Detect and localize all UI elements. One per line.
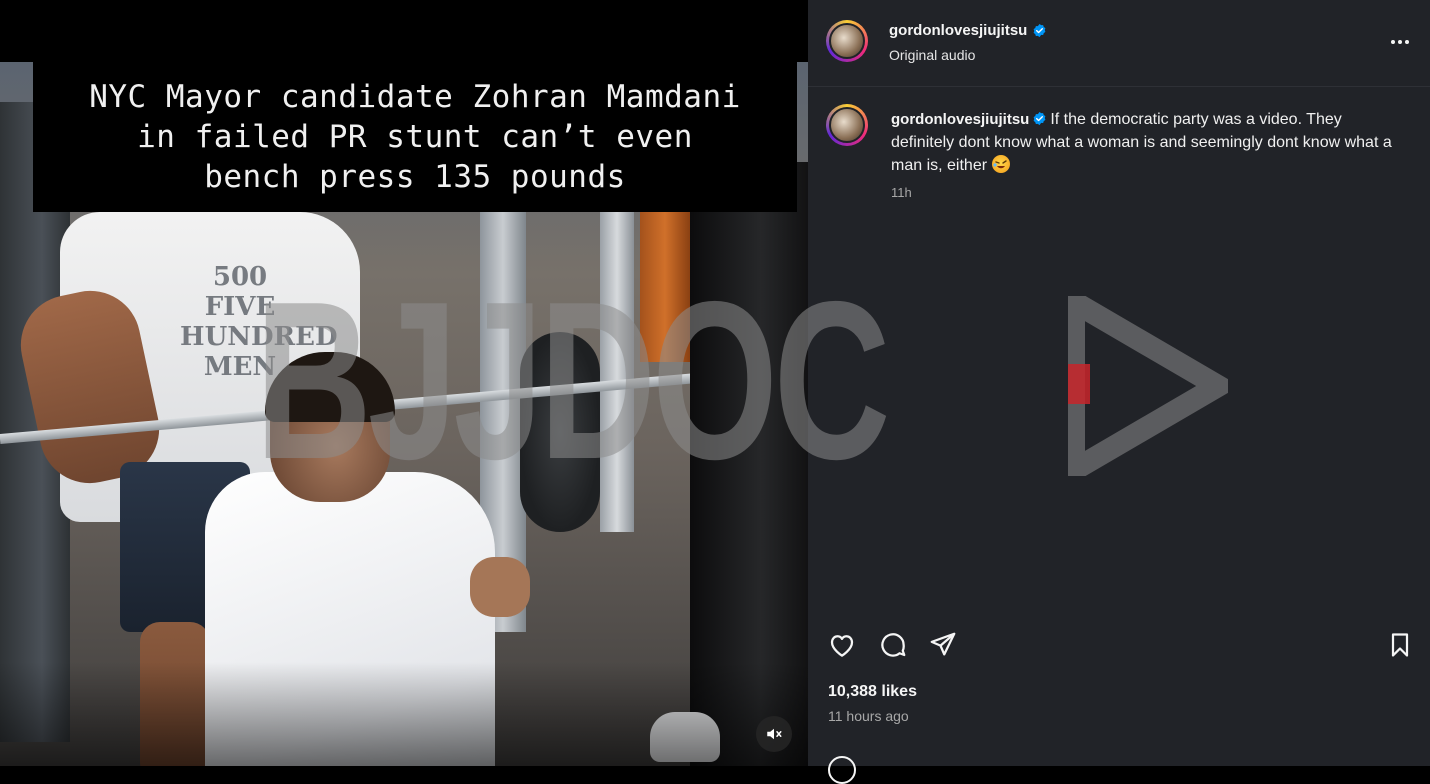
- action-bar: [808, 628, 1430, 664]
- mute-button[interactable]: [756, 716, 792, 752]
- audio-label[interactable]: Original audio: [889, 47, 975, 63]
- gym-equipment: [640, 212, 690, 362]
- speaker-muted-icon: [767, 728, 782, 740]
- floor-shadow: [0, 662, 808, 766]
- emoji-icon[interactable]: [828, 756, 856, 784]
- weight-plate: [520, 332, 600, 532]
- author-username[interactable]: gordonlovesjiujitsu: [889, 22, 1027, 39]
- like-button[interactable]: [826, 628, 858, 662]
- more-options-button[interactable]: [1388, 30, 1412, 54]
- rolling-on-floor-laughing-emoji: [991, 155, 1010, 173]
- post-timestamp[interactable]: 11 hours ago: [828, 708, 909, 724]
- video-player[interactable]: 500 FIVE HUNDRED MEN NYC Mayor candidate…: [0, 0, 808, 766]
- likes-count[interactable]: 10,388 likes: [828, 683, 917, 701]
- video-caption-text: NYC Mayor candidate Zohran Mamdani in fa…: [89, 79, 741, 195]
- heart-icon: [830, 635, 854, 657]
- share-button[interactable]: [927, 628, 959, 662]
- save-button[interactable]: [1384, 628, 1416, 662]
- verified-badge-icon: [1033, 23, 1046, 38]
- post-header: gordonlovesjiujitsu Original audio: [808, 0, 1430, 86]
- caption-body: gordonlovesjiujitsu If the democratic pa…: [891, 108, 1401, 177]
- verified-badge-icon: [1033, 111, 1046, 126]
- send-icon: [930, 632, 956, 656]
- bookmark-icon: [1391, 633, 1409, 657]
- post-side-panel: gordonlovesjiujitsu Original audio gordo…: [808, 0, 1430, 784]
- avatar[interactable]: [826, 20, 868, 62]
- author-row: gordonlovesjiujitsu: [889, 22, 1047, 39]
- candidate-fist: [470, 557, 530, 617]
- video-caption-box: NYC Mayor candidate Zohran Mamdani in fa…: [33, 62, 797, 212]
- avatar[interactable]: [826, 104, 868, 146]
- more-horizontal-icon: [1391, 40, 1395, 44]
- rack-upright: [600, 182, 634, 532]
- comment-icon: [881, 633, 906, 657]
- header-divider: [808, 86, 1430, 87]
- caption-author[interactable]: gordonlovesjiujitsu: [891, 111, 1029, 128]
- comment-button[interactable]: [877, 628, 909, 662]
- caption-time[interactable]: 11h: [891, 185, 912, 200]
